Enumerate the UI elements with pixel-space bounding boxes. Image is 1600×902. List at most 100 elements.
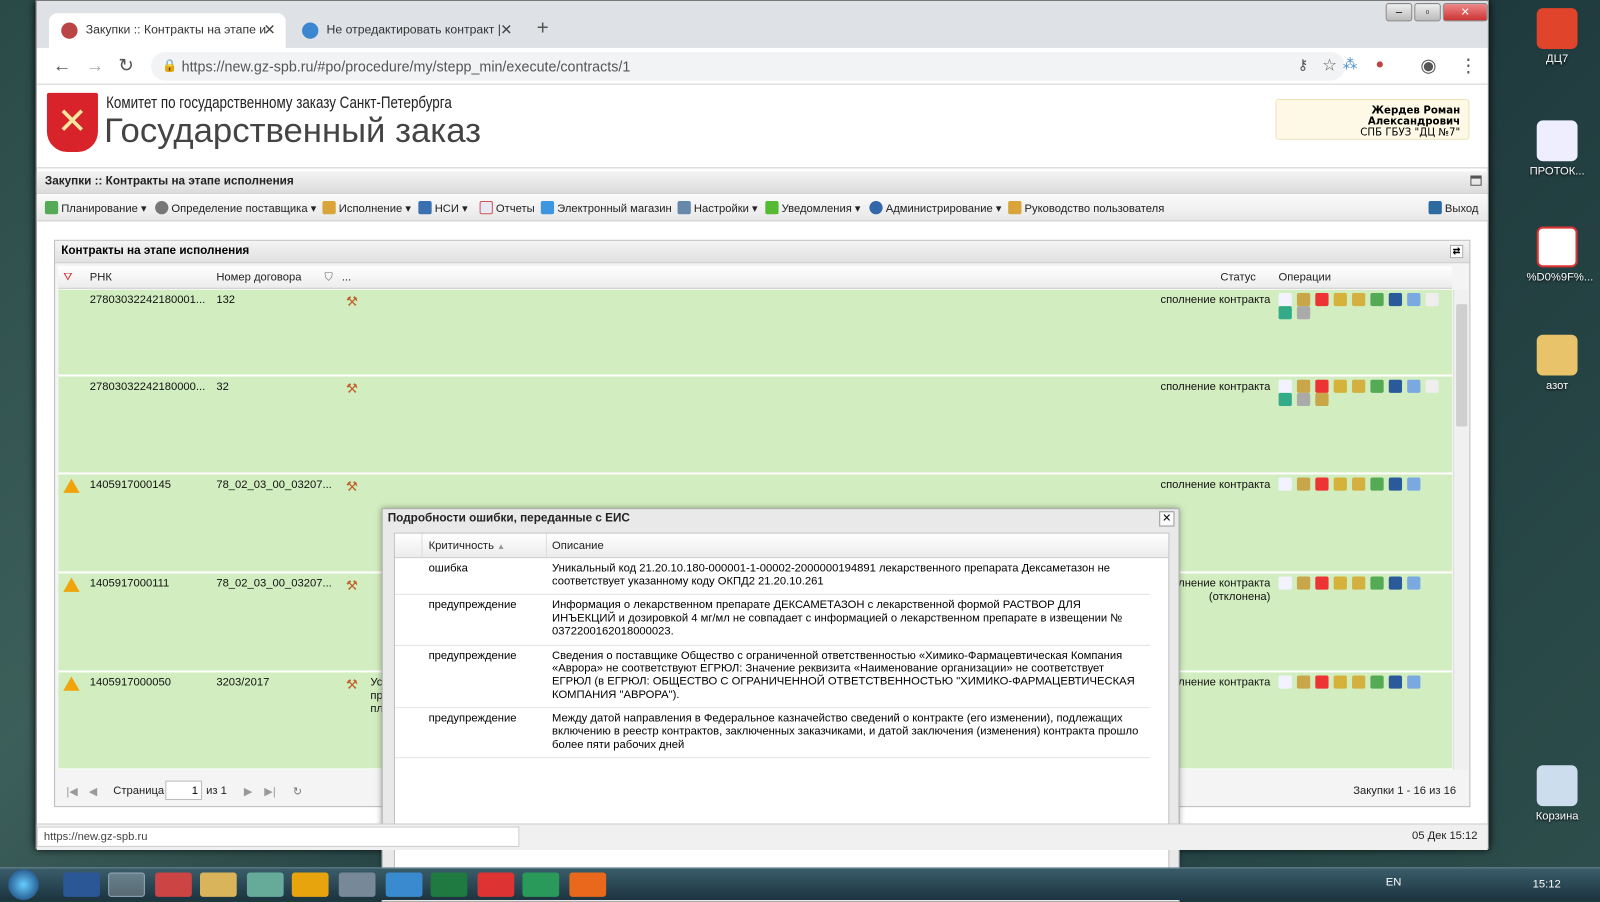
operation-icon[interactable]: [1278, 392, 1292, 407]
refresh-panel-icon[interactable]: ⇄: [1449, 244, 1464, 259]
taskbar-app-icon[interactable]: [155, 872, 192, 897]
menu-planning[interactable]: Планирование ▾: [44, 201, 147, 215]
operation-icon[interactable]: [1352, 477, 1366, 491]
taskbar-app2-icon[interactable]: [246, 872, 284, 897]
taskbar-outlook-icon[interactable]: [291, 872, 329, 897]
reload-icon[interactable]: ↻: [118, 55, 133, 76]
taskbar-explorer-icon[interactable]: [199, 872, 237, 897]
operation-icon[interactable]: [1388, 292, 1403, 307]
operation-icon[interactable]: [1352, 379, 1366, 393]
first-page-icon[interactable]: |◀: [66, 785, 78, 798]
menu-notifications[interactable]: Уведомления ▾: [765, 201, 861, 215]
operation-icon[interactable]: [1407, 477, 1421, 491]
col-operations[interactable]: Операции: [1279, 271, 1332, 283]
close-dialog-button[interactable]: ✕: [1159, 511, 1175, 527]
operation-icon[interactable]: [1425, 379, 1439, 393]
operation-icon[interactable]: [1278, 477, 1292, 491]
back-icon[interactable]: ←: [53, 55, 71, 76]
prev-page-icon[interactable]: ◀: [89, 785, 98, 798]
gavel-icon[interactable]: ⚒: [346, 381, 358, 397]
taskbar-chrome-icon[interactable]: [108, 872, 145, 897]
menu-reports[interactable]: Отчеты: [479, 201, 535, 215]
user-info[interactable]: Жердев Роман Александрович СПБ ГБУЗ "ДЦ …: [1275, 98, 1470, 140]
close-tab-icon[interactable]: ✕: [264, 21, 276, 38]
operation-icon[interactable]: [1296, 477, 1311, 491]
operation-icon[interactable]: [1315, 477, 1329, 491]
last-page-icon[interactable]: ▶|: [264, 785, 276, 798]
operation-icon[interactable]: [1333, 477, 1347, 491]
taskbar-firefox-icon[interactable]: [569, 872, 607, 897]
operation-icon[interactable]: [1352, 576, 1366, 590]
warning-icon[interactable]: [63, 676, 80, 691]
desktop-icon-folder[interactable]: азот: [1527, 334, 1588, 392]
operation-icon[interactable]: [1333, 379, 1347, 393]
operation-icon[interactable]: [1370, 675, 1384, 689]
menu-settings[interactable]: Настройки ▾: [677, 201, 758, 215]
taskbar-excel-icon[interactable]: [430, 872, 468, 897]
operation-icon[interactable]: [1296, 306, 1311, 320]
next-page-icon[interactable]: ▶: [244, 785, 253, 798]
operation-icon[interactable]: [1315, 576, 1329, 590]
start-button[interactable]: [8, 869, 39, 900]
menu-administration[interactable]: Администрирование ▾: [869, 201, 1002, 215]
operation-icon[interactable]: [1296, 379, 1311, 393]
col-number[interactable]: Номер договора: [216, 271, 301, 283]
key-icon[interactable]: ⚷: [1298, 56, 1308, 73]
filter-icon[interactable]: ⛉: [324, 271, 332, 284]
new-tab-button[interactable]: +: [537, 17, 549, 40]
collapse-icon[interactable]: [1470, 175, 1482, 186]
menu-user-guide[interactable]: Руководство пользователя: [1008, 201, 1164, 215]
operation-icon[interactable]: [1296, 675, 1311, 689]
logout-button[interactable]: Выход: [1428, 201, 1478, 215]
taskbar-ie-icon[interactable]: [385, 872, 423, 897]
col-rnk[interactable]: РНК: [90, 271, 112, 283]
maximize-button[interactable]: ▫: [1414, 3, 1441, 22]
desktop-icon-dc7[interactable]: ДЦ7: [1527, 8, 1588, 65]
operation-icon[interactable]: [1370, 292, 1384, 307]
menu-execution[interactable]: Исполнение ▾: [322, 201, 411, 215]
operation-icon[interactable]: [1278, 379, 1292, 393]
desktop-icon-pdf[interactable]: %D0%9F%...: [1527, 226, 1593, 284]
operation-icon[interactable]: [1278, 576, 1292, 590]
operation-icon[interactable]: [1388, 477, 1403, 491]
col-severity[interactable]: Критичность ▲: [429, 540, 506, 552]
operation-icon[interactable]: [1315, 675, 1329, 689]
operation-icon[interactable]: [1333, 675, 1347, 689]
table-row[interactable]: 27803032242180000... 32 ⚒ сполнение контрак…: [58, 376, 1453, 475]
menu-nsi[interactable]: НСИ ▾: [418, 201, 468, 215]
tab-active[interactable]: Закупки :: Контракты на этапе и ✕: [48, 13, 286, 48]
url-input[interactable]: 🔒 https://new.gz-spb.ru/#po/procedure/my/…: [151, 52, 1345, 81]
error-row[interactable]: ошибка Уникальный код 21.20.10.180-000001…: [394, 558, 1150, 596]
operation-icon[interactable]: [1296, 576, 1311, 590]
operation-icon[interactable]: [1333, 292, 1347, 307]
operation-icon[interactable]: [1296, 392, 1311, 407]
language-indicator[interactable]: EN: [1386, 877, 1402, 889]
desktop-icon-protocol[interactable]: ПРОТОК...: [1527, 120, 1588, 178]
menu-dots-icon[interactable]: ⋮: [1459, 55, 1477, 76]
error-row[interactable]: предупреждение Информация о лекарственном…: [394, 595, 1150, 646]
operation-icon[interactable]: [1388, 675, 1403, 689]
close-tab-icon[interactable]: ✕: [500, 21, 512, 38]
operation-icon[interactable]: [1370, 379, 1384, 393]
page-input[interactable]: [165, 780, 203, 800]
gavel-icon[interactable]: ⚒: [346, 294, 358, 310]
extension-icon[interactable]: ⁂: [1343, 55, 1357, 72]
operation-icon[interactable]: [1407, 675, 1421, 689]
forward-icon[interactable]: →: [86, 55, 104, 76]
desktop-icon-recycle-bin[interactable]: Корзина: [1527, 765, 1588, 822]
refresh-icon[interactable]: ↻: [293, 785, 302, 798]
extension-stamp-icon[interactable]: ●: [1375, 55, 1384, 71]
operation-icon[interactable]: [1278, 306, 1292, 320]
taskbar-app5-icon[interactable]: [522, 872, 560, 897]
error-row[interactable]: предупреждение Сведения о поставщике Обще…: [394, 645, 1150, 709]
operation-icon[interactable]: [1370, 576, 1384, 590]
operation-icon[interactable]: [1315, 379, 1329, 393]
operation-icon[interactable]: [1425, 292, 1439, 307]
gavel-icon[interactable]: ⚒: [346, 578, 358, 594]
operation-icon[interactable]: [1333, 576, 1347, 590]
col-description[interactable]: Описание: [552, 540, 604, 552]
menu-eshop[interactable]: Электронный магазин: [540, 201, 672, 215]
operation-icon[interactable]: [1352, 292, 1366, 307]
tab-inactive[interactable]: Не отредактировать контракт | ✕: [290, 13, 523, 48]
taskbar-word-icon[interactable]: [63, 872, 100, 897]
